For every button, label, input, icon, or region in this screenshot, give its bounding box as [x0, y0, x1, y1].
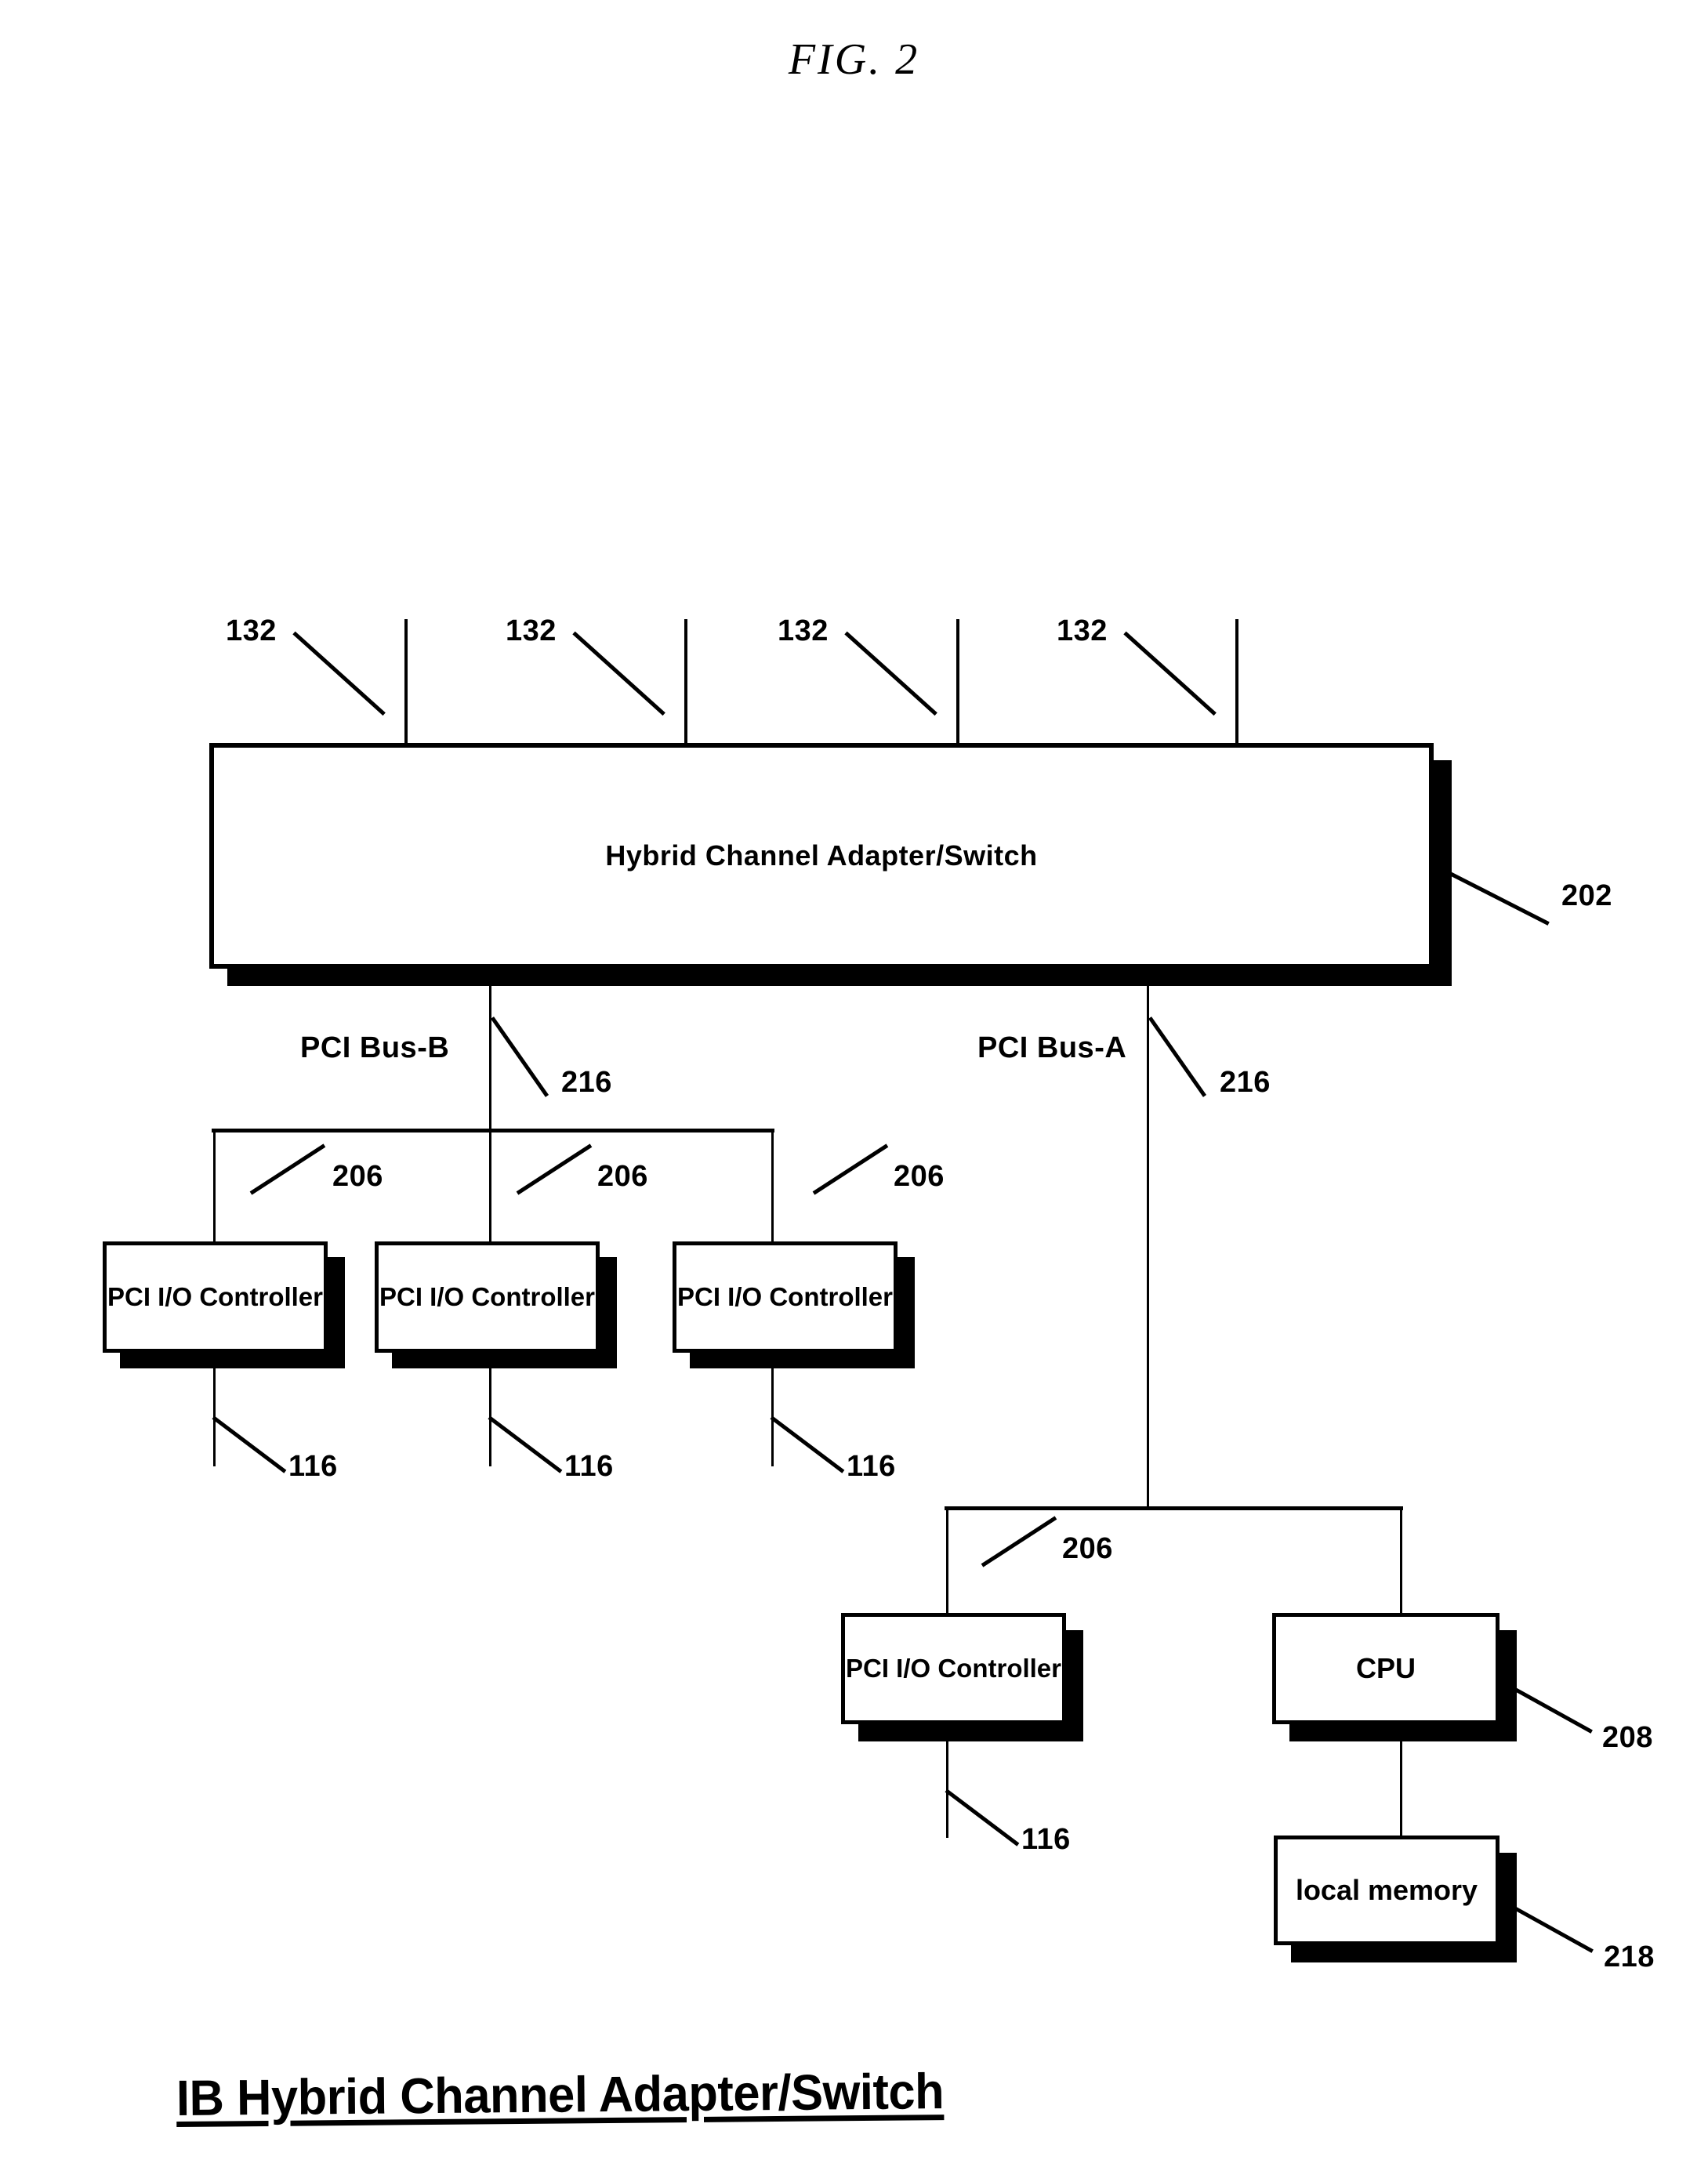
ref-132-3: 132	[778, 614, 829, 647]
local-memory-label: local memory	[1295, 1873, 1478, 1906]
leader-116-3	[770, 1415, 845, 1473]
ref-116-3: 116	[847, 1450, 896, 1483]
hybrid-channel-adapter-switch-box[interactable]: Hybrid Channel Adapter/Switch	[209, 743, 1434, 969]
leader-218	[1507, 1903, 1594, 1953]
pci-bus-a-label: PCI Bus-A	[977, 1031, 1127, 1064]
ref-206-3: 206	[894, 1160, 945, 1193]
ref-116-4: 116	[1021, 1823, 1071, 1856]
ref-208: 208	[1602, 1721, 1653, 1754]
leader-216-b	[490, 1017, 549, 1097]
ref-216-a: 216	[1220, 1066, 1271, 1099]
cpu-box[interactable]: CPU	[1272, 1613, 1499, 1724]
ref-206-2: 206	[597, 1160, 648, 1193]
leader-116-4	[945, 1788, 1020, 1846]
figure-canvas: FIG. 2 132 132 132 132 Hybrid Channel Ad…	[0, 0, 1708, 2178]
leader-206-4	[981, 1516, 1057, 1567]
pci-io-controller-1-box[interactable]: PCI I/O Controller	[103, 1241, 328, 1353]
leader-206-2	[516, 1143, 593, 1195]
pci-io-controller-4-box[interactable]: PCI I/O Controller	[841, 1613, 1066, 1724]
leader-216-a	[1148, 1017, 1207, 1097]
leader-132-3	[844, 631, 937, 716]
pci-io-controller-2-label: PCI I/O Controller	[379, 1281, 596, 1311]
cpu-label: CPU	[1355, 1651, 1416, 1684]
pci-bus-b-label: PCI Bus-B	[300, 1031, 450, 1064]
pci-io-controller-3-label: PCI I/O Controller	[676, 1281, 894, 1311]
leader-132-1	[292, 631, 386, 716]
io-link-line-2	[489, 1353, 491, 1466]
pci-bus-a-rail	[945, 1506, 1403, 1510]
pci-bus-b-drop-1	[213, 1129, 216, 1246]
ref-132-2: 132	[506, 614, 557, 647]
hybrid-adapter-label: Hybrid Channel Adapter/Switch	[605, 839, 1038, 872]
pci-io-controller-1-label: PCI I/O Controller	[107, 1281, 324, 1311]
leader-132-2	[572, 631, 665, 716]
ref-218: 218	[1604, 1941, 1655, 1973]
pci-bus-b-drop-2	[489, 1129, 491, 1246]
ref-116-2: 116	[564, 1450, 614, 1483]
figure-caption: IB Hybrid Channel Adapter/Switch	[176, 2063, 945, 2126]
ib-link-line-4	[1235, 619, 1238, 745]
figure-number: FIG. 2	[788, 35, 920, 84]
pci-bus-b-trunk	[489, 980, 491, 1132]
ib-link-line-1	[404, 619, 408, 745]
ref-216-b: 216	[561, 1066, 612, 1099]
io-link-line-1	[213, 1353, 216, 1466]
pci-bus-a-drop-left	[946, 1506, 948, 1616]
pci-bus-a-drop-right	[1400, 1506, 1402, 1616]
pci-bus-b-rail	[212, 1129, 774, 1132]
ref-206-1: 206	[332, 1160, 383, 1193]
local-memory-box[interactable]: local memory	[1274, 1836, 1499, 1945]
ref-132-4: 132	[1057, 614, 1108, 647]
pci-io-controller-3-box[interactable]: PCI I/O Controller	[673, 1241, 898, 1353]
pci-bus-a-trunk	[1147, 980, 1149, 1509]
pci-io-controller-4-label: PCI I/O Controller	[845, 1653, 1062, 1683]
leader-132-4	[1123, 631, 1217, 716]
ref-206-4: 206	[1062, 1532, 1113, 1565]
pci-io-controller-2-box[interactable]: PCI I/O Controller	[375, 1241, 600, 1353]
leader-206-3	[812, 1143, 889, 1195]
leader-206-1	[249, 1143, 326, 1195]
leader-208	[1507, 1683, 1593, 1734]
ref-116-1: 116	[288, 1450, 338, 1483]
ib-link-line-3	[956, 619, 959, 745]
leader-202	[1442, 868, 1550, 926]
pci-bus-b-drop-3	[771, 1129, 774, 1246]
ref-132-1: 132	[226, 614, 277, 647]
leader-116-1	[212, 1415, 287, 1473]
leader-116-2	[488, 1415, 563, 1473]
ref-202: 202	[1561, 879, 1612, 912]
io-link-line-3	[771, 1353, 774, 1466]
ib-link-line-2	[684, 619, 687, 745]
